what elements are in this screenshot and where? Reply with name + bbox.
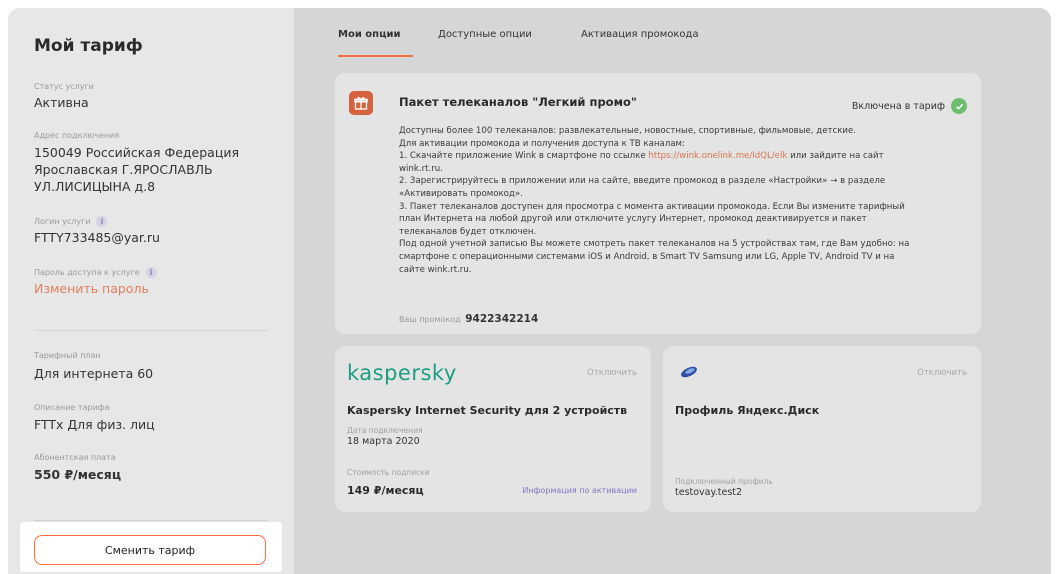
promo-code-row: Ваш промокод 9422342214 <box>399 313 538 325</box>
check-icon <box>951 98 967 114</box>
address-line-1: 150049 Российская Федерация <box>34 145 239 160</box>
plan-desc-value: FTTx Для физ. лиц <box>34 417 155 432</box>
disable-button[interactable]: Отключить <box>917 368 967 378</box>
kaspersky-logo: kaspersky <box>347 361 457 385</box>
tab-available-options[interactable]: Доступные опции <box>438 29 532 40</box>
desc-line: 2. Зарегистрируйтесь в приложении или на… <box>399 176 886 187</box>
active-tab-indicator <box>338 55 413 57</box>
profile-value: testovay.test2 <box>675 487 743 498</box>
change-tariff-button[interactable]: Сменить тариф <box>34 535 266 565</box>
fee-label: Абонентская плата <box>34 453 116 462</box>
date-label: Дата подключения <box>347 426 423 435</box>
tariff-sidebar: Мой тариф Статус услуги Активна Адрес по… <box>8 8 294 574</box>
kaspersky-price: 149 ₽/месяц <box>347 484 424 497</box>
overlay-backdrop: Мой тариф Статус услуги Активна Адрес по… <box>8 8 1051 574</box>
sidebar-divider <box>34 520 268 521</box>
password-label: Пароль доступа к услуге i <box>34 267 157 278</box>
included-status: Включена в тариф <box>851 100 945 112</box>
desc-line: план Интернета на любой другой или отклю… <box>399 214 867 225</box>
yandex-disk-title: Профиль Яндекс.Диск <box>675 404 820 417</box>
activation-info-link[interactable]: Информация по активации <box>522 486 637 495</box>
sidebar-title: Мой тариф <box>34 36 143 56</box>
disable-button[interactable]: Отключить <box>587 368 637 378</box>
tab-my-options[interactable]: Мои опции <box>338 29 401 40</box>
status-value: Активна <box>34 95 89 110</box>
address-line-3: УЛ.ЛИСИЦЫНА д.8 <box>34 179 156 194</box>
included-badge: Включена в тариф <box>852 98 967 114</box>
desc-line: 1. Скачайте приложение Wink в смартфоне … <box>399 150 967 163</box>
desc-line-text: 1. Скачайте приложение Wink в смартфоне … <box>399 151 646 162</box>
tv-package-card: Пакет телеканалов "Легкий промо" Включен… <box>335 73 981 334</box>
package-title: Пакет телеканалов "Легкий промо" <box>399 95 637 109</box>
password-label-text: Пароль доступа к услуге <box>34 268 140 277</box>
change-password-link[interactable]: Изменить пароль <box>34 281 149 296</box>
desc-line: телеканалов будет отключен. <box>399 226 537 237</box>
status-label: Статус услуги <box>34 82 94 91</box>
login-value: FTTY733485@yar.ru <box>34 230 160 245</box>
profile-label: Подключенный профиль <box>675 477 773 486</box>
date-value: 18 марта 2020 <box>347 436 420 447</box>
desc-line-text: или зайдите на сайт <box>790 151 884 162</box>
sidebar-divider <box>34 330 268 331</box>
yandex-disk-card: Отключить Профиль Яндекс.Диск Подключенн… <box>663 346 981 512</box>
desc-line: Для активации промокода и получения дост… <box>399 138 685 149</box>
wink-link[interactable]: https://wink.onelink.me/IdQL/elk <box>648 151 787 161</box>
desc-line: сайте wink.rt.ru. <box>399 264 472 275</box>
info-icon[interactable]: i <box>145 267 157 278</box>
plan-value: Для интернета 60 <box>34 366 154 381</box>
tab-promo-activation[interactable]: Активация промокода <box>581 29 699 40</box>
change-tariff-highlight: Сменить тариф <box>20 522 282 572</box>
login-label-text: Логин услуги <box>34 217 91 226</box>
yandex-disk-icon <box>681 366 697 378</box>
fee-value: 550 ₽/месяц <box>34 467 122 482</box>
desc-line: Под одной учетной записью Вы можете смот… <box>399 239 910 250</box>
desc-line: «Активировать промокод». <box>399 188 523 199</box>
desc-line: 3. Пакет телеканалов доступен для просмо… <box>399 201 905 212</box>
login-label: Логин услуги i <box>34 216 108 227</box>
promo-code: 9422342214 <box>465 313 539 325</box>
desc-line: смартфоне с операционными системами iOS … <box>399 251 895 262</box>
kaspersky-title: Kaspersky Internet Security для 2 устрой… <box>347 404 628 417</box>
kaspersky-card: kaspersky Отключить Kaspersky Internet S… <box>335 346 651 512</box>
plan-label: Тарифный план <box>34 351 101 360</box>
plan-desc-label: Описание тарифа <box>34 403 110 412</box>
desc-line: wink.rt.ru. <box>399 163 443 174</box>
desc-line: Доступны более 100 телеканалов: развлека… <box>399 126 857 136</box>
info-icon[interactable]: i <box>96 216 108 227</box>
package-description: Доступны более 100 телеканалов: развлека… <box>399 125 967 276</box>
address-label: Адрес подключения <box>34 131 120 140</box>
promo-label: Ваш промокод <box>399 315 461 324</box>
cost-label: Стоимость подписки <box>347 468 430 477</box>
address-line-2: Ярославская Г.ЯРОСЛАВЛЬ <box>34 162 213 177</box>
gift-icon <box>349 91 373 115</box>
